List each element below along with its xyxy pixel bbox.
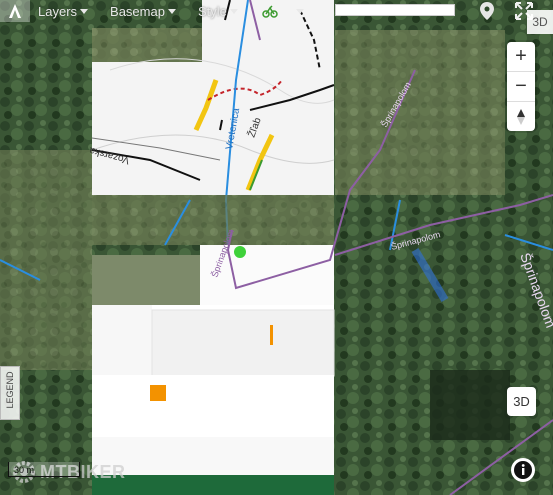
style-label: Style <box>197 3 227 19</box>
caret-down-icon <box>229 8 238 14</box>
compass-icon <box>517 108 525 125</box>
scale-bar: 30 m <box>8 462 80 478</box>
scale-label: 30 m <box>14 465 35 475</box>
style-menu[interactable]: Style <box>198 4 238 19</box>
basemap-label: Basemap <box>110 3 165 19</box>
zoom-controls: + − <box>507 42 535 131</box>
caret-down-icon <box>80 8 89 14</box>
legend-tab[interactable]: LEGEND <box>0 366 20 420</box>
caret-down-icon <box>167 8 176 14</box>
zoom-in-button[interactable]: + <box>507 42 535 72</box>
top-toolbar: Layers Basemap Style <box>0 0 553 22</box>
compass-button[interactable] <box>507 102 535 131</box>
basemap-menu[interactable]: Basemap <box>110 4 176 19</box>
3d-toggle-button[interactable]: 3D <box>507 387 536 416</box>
map-tiles: Vretenica Šprinapolom Šprinapolom Šprina… <box>0 0 553 495</box>
bike-filter-menu[interactable] <box>262 4 304 18</box>
zoom-out-button[interactable]: − <box>507 72 535 102</box>
mtbiker-logo-icon[interactable] <box>0 0 30 22</box>
map-canvas[interactable]: Vretenica Šprinapolom Šprinapolom Šprina… <box>0 0 553 495</box>
location-marker <box>234 246 246 258</box>
layers-menu[interactable]: Layers <box>38 3 89 19</box>
caret-down-icon <box>295 8 304 14</box>
bike-icon <box>262 5 278 18</box>
layers-label: Layers <box>38 3 78 19</box>
info-icon[interactable] <box>511 458 535 482</box>
legend-label: LEGEND <box>5 371 15 409</box>
